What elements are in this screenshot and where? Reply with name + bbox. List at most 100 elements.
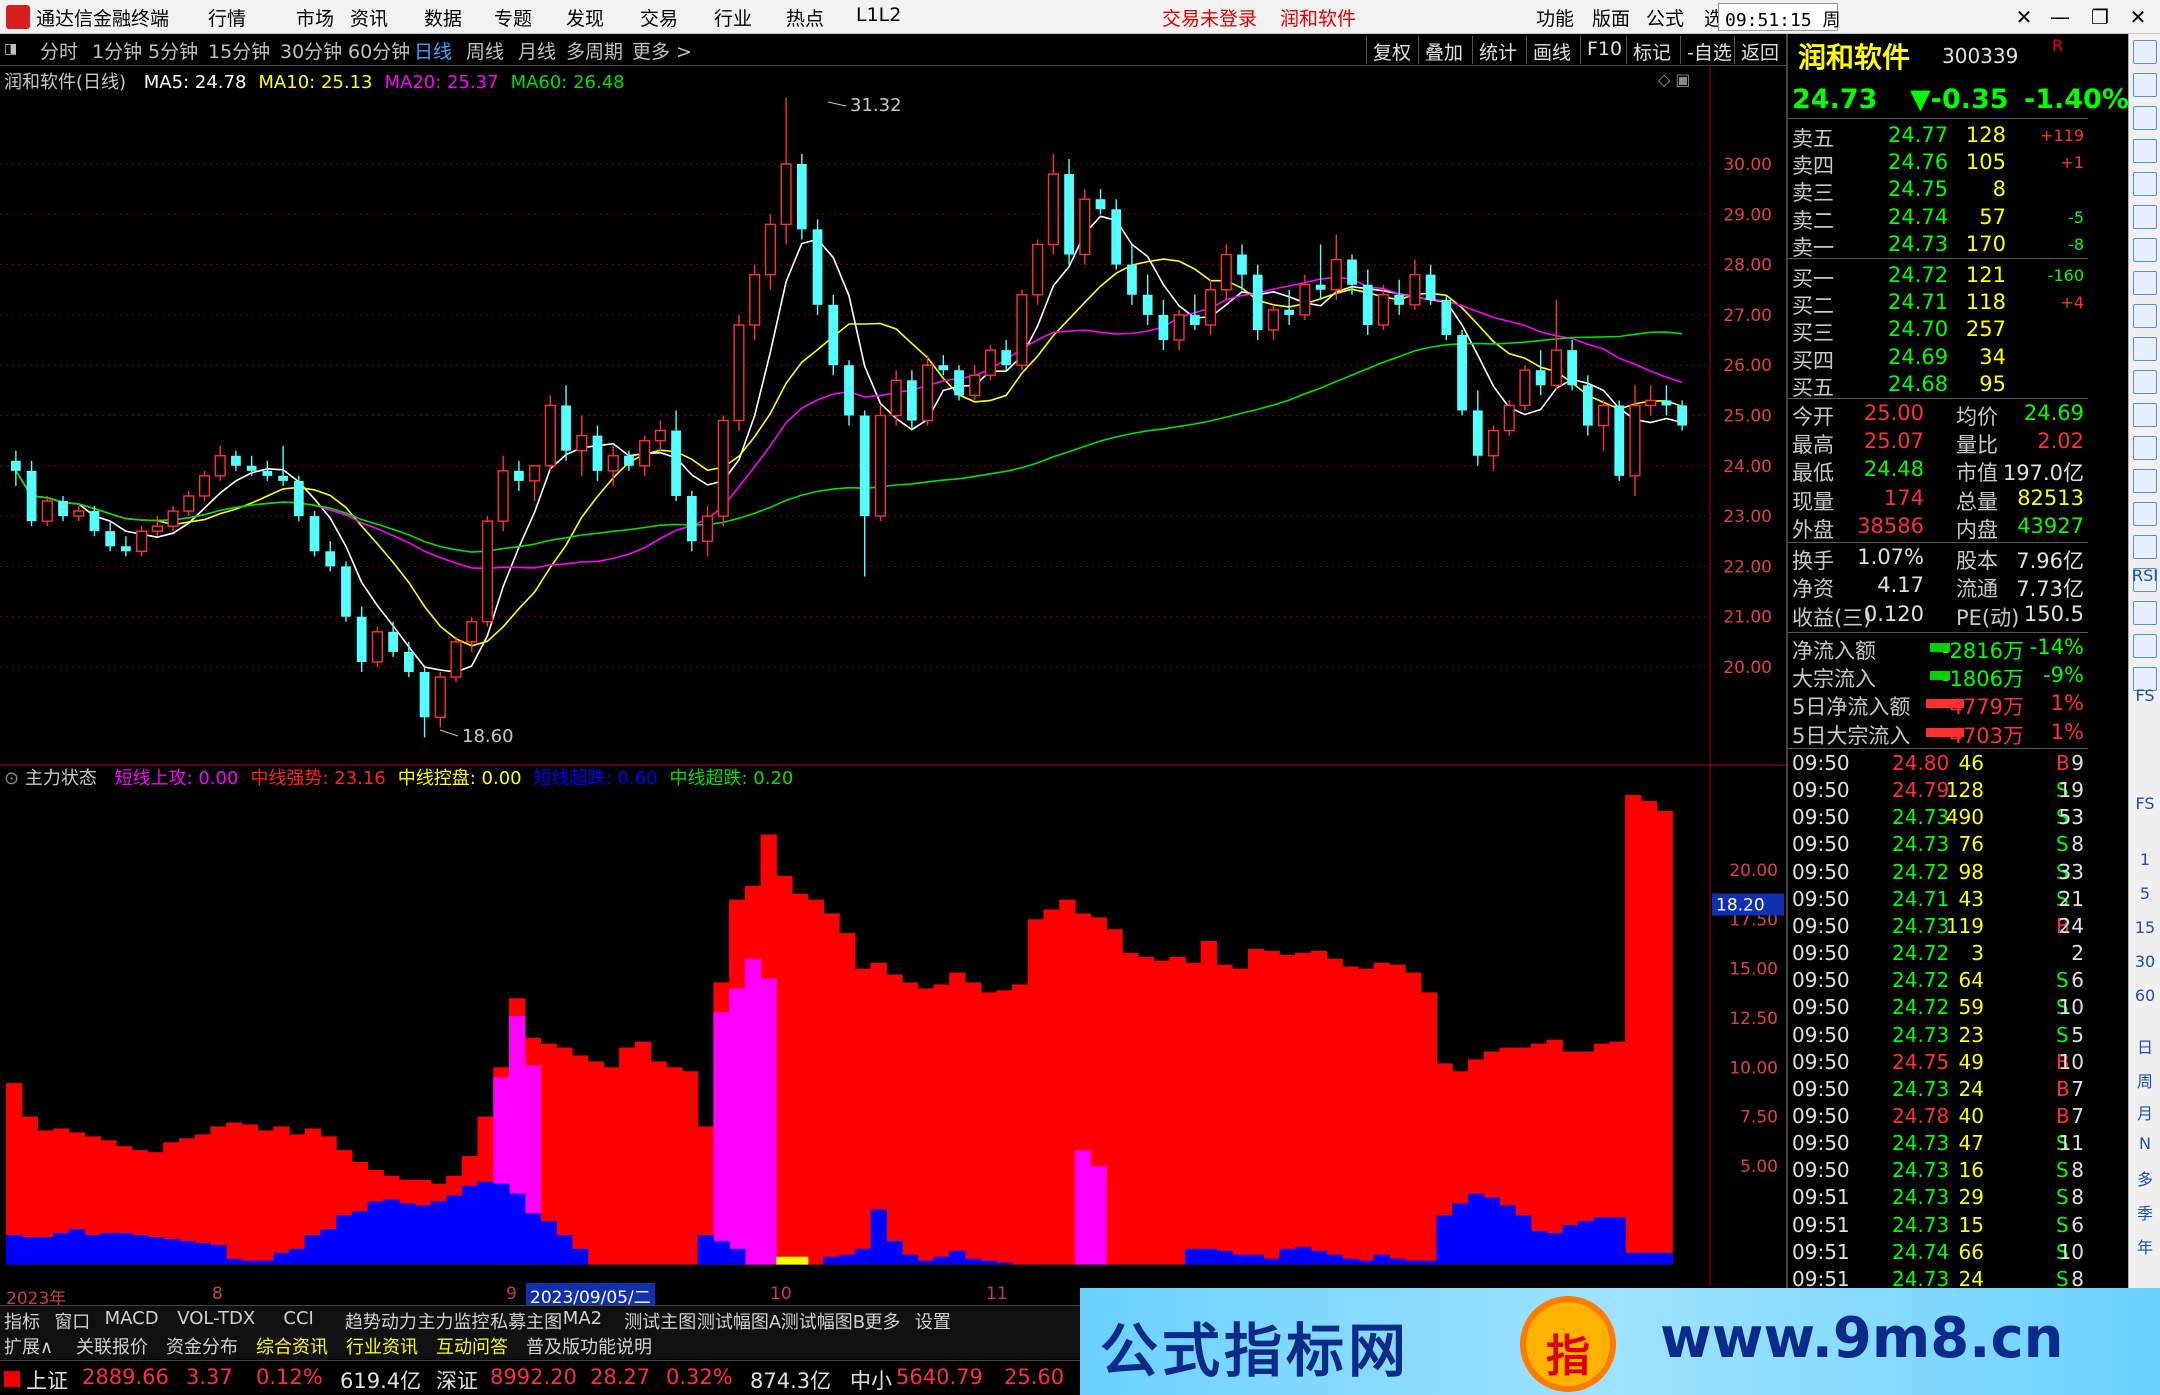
info-tab-2[interactable]: 资金分布 xyxy=(166,1333,238,1359)
chart-option-icon[interactable]: ◇ ▣ xyxy=(1658,70,1691,89)
tool-icon[interactable] xyxy=(2133,205,2157,229)
tool-label-4[interactable]: 5 xyxy=(2129,884,2160,903)
tool-label-2[interactable]: FS xyxy=(2129,794,2160,813)
candle xyxy=(198,470,211,502)
ind-bar-blue xyxy=(823,1256,840,1265)
tool-icon[interactable] xyxy=(2133,73,2157,97)
right-menu-1[interactable]: 版面 xyxy=(1592,4,1630,31)
orderbook-row[interactable]: 卖四 24.76 105 +1 xyxy=(1788,149,2088,178)
tool-label-6[interactable]: 30 xyxy=(2129,952,2160,971)
menu-1[interactable]: 市场 xyxy=(296,4,334,31)
period-tab-4[interactable]: 30分钟 xyxy=(280,37,342,64)
tool-label-14[interactable]: 年 xyxy=(2129,1234,2160,1258)
info-tab-6[interactable]: 普及版功能说明 xyxy=(526,1333,652,1359)
tool-icon[interactable] xyxy=(2133,436,2157,460)
menu-0[interactable]: 行情 xyxy=(208,4,246,31)
trade-login-link[interactable]: 交易未登录 xyxy=(1162,4,1257,31)
close-panel-icon[interactable]: ✕ xyxy=(2006,0,2042,34)
tool-icon[interactable] xyxy=(2133,535,2157,559)
indicator-tab-4[interactable]: CCI xyxy=(283,1308,313,1329)
orderbook-row[interactable]: 卖五 24.77 128 +119 xyxy=(1788,122,2088,151)
orderbook-row[interactable]: 卖一 24.73 170 -8 xyxy=(1788,231,2088,260)
tool-label-10[interactable]: 月 xyxy=(2129,1100,2160,1124)
period-tab-10[interactable]: 更多 > xyxy=(632,37,692,64)
tool-label-5[interactable]: 15 xyxy=(2129,918,2160,937)
chart-tool-2[interactable]: 统计 xyxy=(1472,36,1523,64)
period-tab-9[interactable]: 多周期 xyxy=(566,37,623,64)
info-tab-3[interactable]: 综合资讯 xyxy=(256,1333,328,1359)
menu-4[interactable]: 专题 xyxy=(494,4,532,31)
chart-tool-7[interactable]: 返回 xyxy=(1734,36,1785,64)
chart-tool-5[interactable]: 标记 xyxy=(1626,36,1677,64)
orderbook-row[interactable]: 卖三 24.75 8 xyxy=(1788,176,2088,205)
period-tab-3[interactable]: 15分钟 xyxy=(208,37,270,64)
close-icon[interactable]: ✕ xyxy=(2120,0,2156,34)
orderbook-row[interactable]: 卖二 24.74 57 -5 xyxy=(1788,204,2088,233)
orderbook-row[interactable]: 买二 24.71 118 +4 xyxy=(1788,289,2088,318)
tool-icon[interactable] xyxy=(2133,106,2157,130)
collapse-icon[interactable]: ◨ xyxy=(4,41,17,57)
tool-label-9[interactable]: 周 xyxy=(2129,1068,2160,1092)
menu-3[interactable]: 数据 xyxy=(424,4,462,31)
orderbook-row[interactable]: 买一 24.72 121 -160 xyxy=(1788,262,2088,291)
period-tab-0[interactable]: 分时 xyxy=(40,37,78,64)
tool-icon[interactable] xyxy=(2133,469,2157,493)
menu-2[interactable]: 资讯 xyxy=(350,4,388,31)
period-tab-7[interactable]: 周线 xyxy=(466,37,504,64)
chart-tool-0[interactable]: 复权 xyxy=(1366,36,1417,64)
ind-bar-red xyxy=(839,933,856,1265)
tool-label-3[interactable]: 1 xyxy=(2129,850,2160,869)
chart-tool-6[interactable]: -自选 xyxy=(1680,36,1738,64)
ind-tick-0: 20.00 xyxy=(1729,861,1778,881)
orderbook-row[interactable]: 买四 24.69 34 xyxy=(1788,344,2088,373)
tool-icon[interactable] xyxy=(2133,139,2157,163)
info-tab-1[interactable]: 关联报价 xyxy=(76,1333,148,1359)
orderbook-row[interactable]: 买三 24.70 257 xyxy=(1788,316,2088,345)
tool-label-12[interactable]: 多 xyxy=(2129,1166,2160,1190)
indicator-tab-2[interactable]: MACD xyxy=(105,1308,159,1329)
right-menu-0[interactable]: 功能 xyxy=(1536,4,1574,31)
period-tab-5[interactable]: 60分钟 xyxy=(348,37,410,64)
menu-5[interactable]: 发现 xyxy=(566,4,604,31)
tool-icon[interactable] xyxy=(2133,370,2157,394)
period-tab-2[interactable]: 5分钟 xyxy=(148,37,198,64)
tool-icon[interactable] xyxy=(2133,634,2157,658)
tool-icon[interactable] xyxy=(2133,502,2157,526)
orderbook-row[interactable]: 买五 24.68 95 xyxy=(1788,371,2088,400)
tool-icon[interactable] xyxy=(2133,271,2157,295)
right-menu-2[interactable]: 公式 xyxy=(1646,4,1684,31)
tool-label-7[interactable]: 60 xyxy=(2129,986,2160,1005)
chart-tool-3[interactable]: 画线 xyxy=(1526,36,1577,64)
restore-icon[interactable]: ❐ xyxy=(2082,0,2118,34)
tool-label-11[interactable]: N xyxy=(2129,1134,2160,1153)
stock-name-link[interactable]: 润和软件 xyxy=(1280,4,1356,31)
info-tab-4[interactable]: 行业资讯 xyxy=(346,1333,418,1359)
tool-icon[interactable] xyxy=(2133,238,2157,262)
quote-panel: 润和软件 300339 R 24.73 ▼-0.35 -1.40% 卖五 24.7… xyxy=(1786,34,2129,1291)
indicator-toggle-icon[interactable]: ⊙ xyxy=(4,768,19,789)
tool-icon[interactable] xyxy=(2133,403,2157,427)
tool-label-8[interactable]: 日 xyxy=(2129,1034,2160,1058)
tool-icon[interactable] xyxy=(2133,337,2157,361)
menu-8[interactable]: 热点 xyxy=(786,4,824,31)
tool-label-13[interactable]: 季 xyxy=(2129,1200,2160,1224)
tool-icon[interactable] xyxy=(2133,304,2157,328)
info-tab-0[interactable]: 扩展∧ xyxy=(4,1333,53,1359)
period-tab-6[interactable]: 日线 xyxy=(414,37,452,64)
chart-tool-4[interactable]: F10 xyxy=(1580,36,1628,64)
menu-7[interactable]: 行业 xyxy=(714,4,752,31)
tool-icon[interactable] xyxy=(2133,40,2157,64)
tool-label-0[interactable]: RSI xyxy=(2129,566,2160,585)
tool-label-1[interactable]: FS xyxy=(2129,686,2160,705)
menu-6[interactable]: 交易 xyxy=(640,4,678,31)
minimize-icon[interactable]: — xyxy=(2042,0,2078,34)
tool-icon[interactable] xyxy=(2133,601,2157,625)
indicator-tab-8[interactable]: MA2 xyxy=(563,1308,602,1329)
period-tab-1[interactable]: 1分钟 xyxy=(92,37,142,64)
chart-tool-1[interactable]: 叠加 xyxy=(1418,36,1469,64)
info-tab-5[interactable]: 互动问答 xyxy=(436,1333,508,1359)
menu-9[interactable]: L1L2 xyxy=(856,4,901,26)
period-tab-8[interactable]: 月线 xyxy=(518,37,556,64)
tool-icon[interactable] xyxy=(2133,172,2157,196)
indicator-tab-3[interactable]: VOL-TDX xyxy=(177,1308,255,1329)
